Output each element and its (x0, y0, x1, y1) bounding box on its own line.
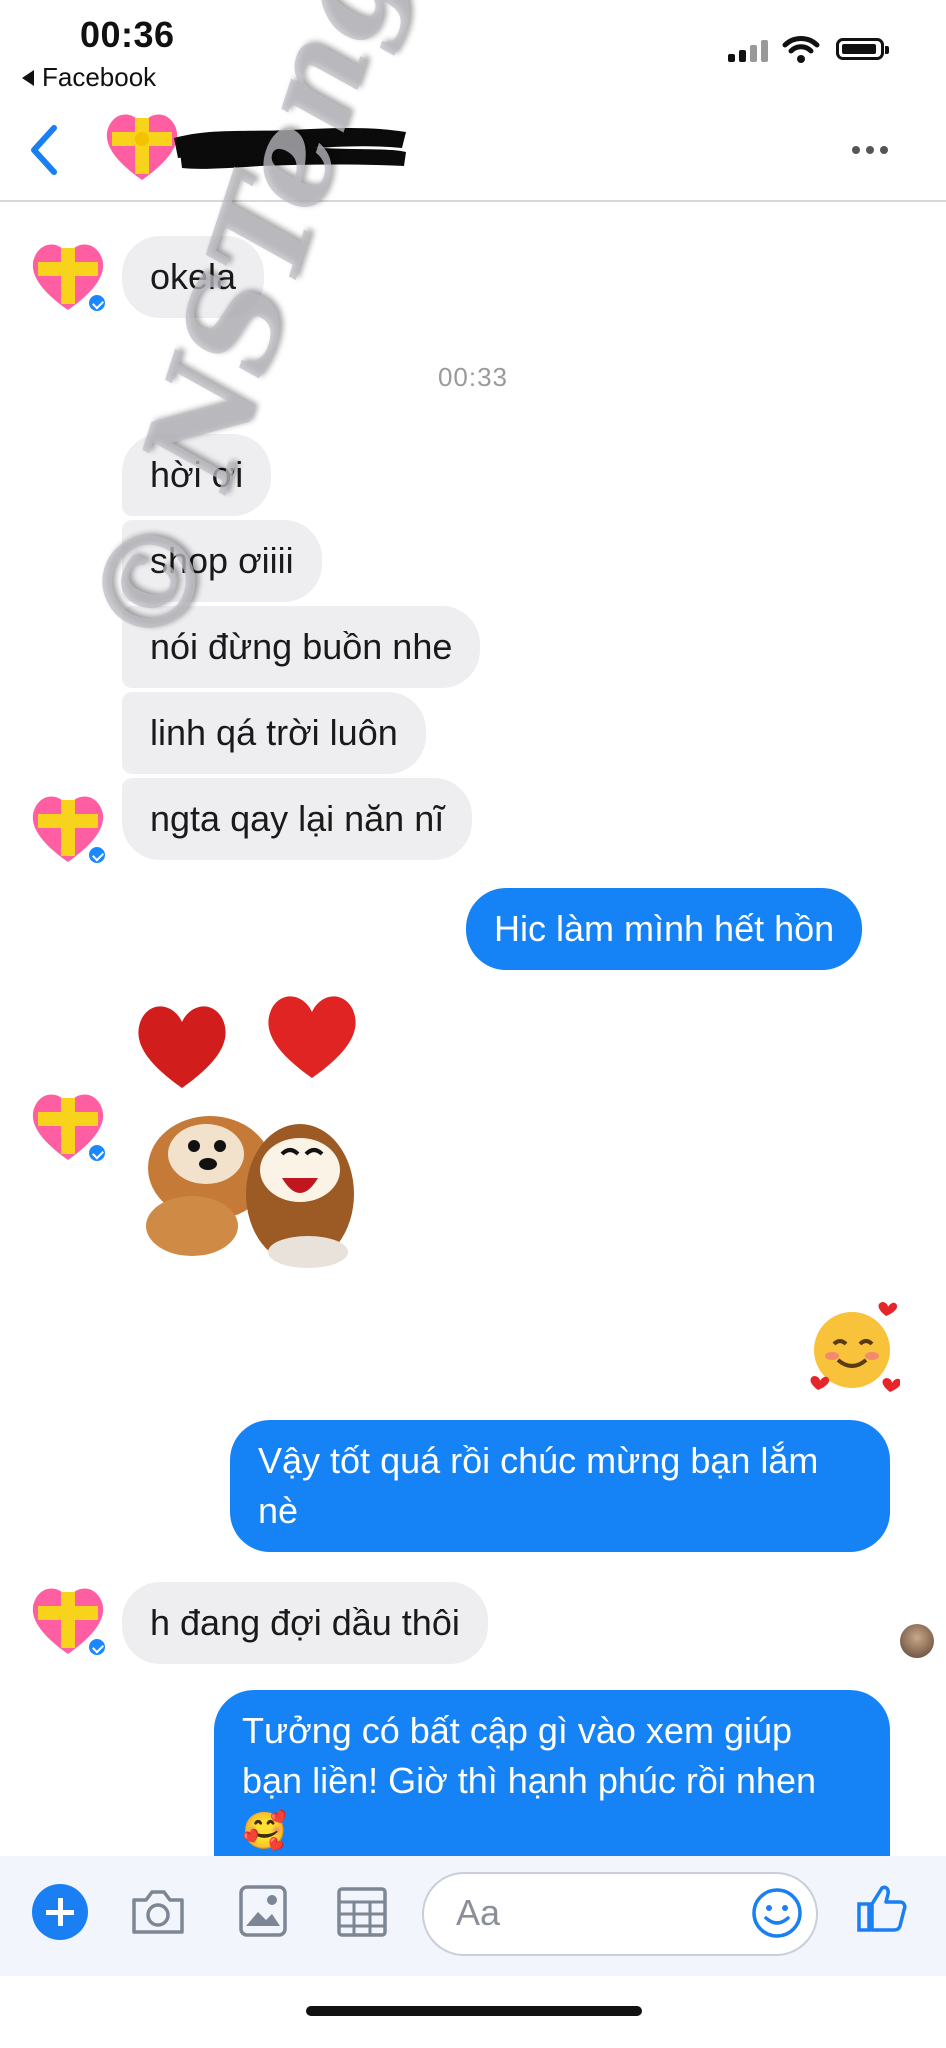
messenger-badge-icon (86, 1636, 108, 1658)
contact-name-redaction (174, 128, 406, 169)
smiling-face-with-hearts-emoji[interactable] (806, 1302, 900, 1396)
more-options-button[interactable] (852, 146, 888, 154)
wifi-icon (782, 36, 820, 63)
contact-avatar-small[interactable] (26, 1084, 110, 1168)
back-triangle-icon (22, 69, 34, 86)
camera-icon[interactable] (130, 1886, 186, 1938)
thumbs-up-icon[interactable] (856, 1882, 908, 1934)
plus-icon[interactable] (32, 1884, 88, 1940)
cellular-signal-icon (728, 40, 768, 62)
incoming-message[interactable]: hời ơi (122, 434, 272, 516)
incoming-message[interactable]: h đang đợi dầu thôi (122, 1582, 488, 1664)
smile-icon[interactable] (750, 1886, 804, 1940)
incoming-message[interactable]: ngta qay lại năn nĩ (122, 778, 473, 860)
outgoing-message[interactable]: Vậy tốt quá rồi chúc mừng bạn lắm nè (230, 1420, 890, 1552)
message-emoji: 🥰 (242, 1810, 287, 1851)
message-line: nè (258, 1490, 299, 1531)
status-time: 00:36 (80, 14, 175, 55)
battery-icon (836, 38, 889, 60)
input-placeholder: Aa (456, 1892, 501, 1933)
messenger-badge-icon (86, 292, 108, 314)
back-to-app-link[interactable]: Facebook (22, 62, 156, 93)
back-app-label: Facebook (42, 62, 157, 92)
seen-receipt-avatar (900, 1624, 934, 1658)
image-icon[interactable] (238, 1884, 288, 1938)
dogs-with-hearts-sticker[interactable] (122, 968, 382, 1278)
contact-avatar-small[interactable] (26, 1578, 110, 1662)
incoming-message[interactable]: okela (122, 236, 265, 318)
home-indicator (306, 2006, 642, 2016)
grid-icon[interactable] (336, 1886, 388, 1938)
messenger-badge-icon (86, 1142, 108, 1164)
contact-avatar-small[interactable] (26, 234, 110, 318)
outgoing-message[interactable]: Tưởng có bất cập gì vào xem giúp bạn liề… (214, 1690, 890, 1870)
incoming-message[interactable]: shop ơiiii (122, 520, 322, 602)
incoming-message[interactable]: linh qá trời luôn (122, 692, 426, 774)
message-line: bạn liền! Giờ thì hạnh phúc rồi nhen (242, 1760, 816, 1801)
message-line: Tưởng có bất cập gì vào xem giúp (242, 1710, 793, 1751)
message-timestamp: 00:33 (437, 362, 509, 392)
outgoing-message[interactable]: Hic làm mình hết hồn (466, 888, 863, 970)
incoming-message[interactable]: nói đừng buồn nhe (122, 606, 481, 688)
back-chevron-icon[interactable] (26, 124, 62, 176)
message-line: Vậy tốt quá rồi chúc mừng bạn lắm (258, 1440, 819, 1481)
nav-divider (0, 200, 946, 202)
contact-avatar-small[interactable] (26, 786, 110, 870)
messenger-badge-icon (86, 844, 108, 866)
